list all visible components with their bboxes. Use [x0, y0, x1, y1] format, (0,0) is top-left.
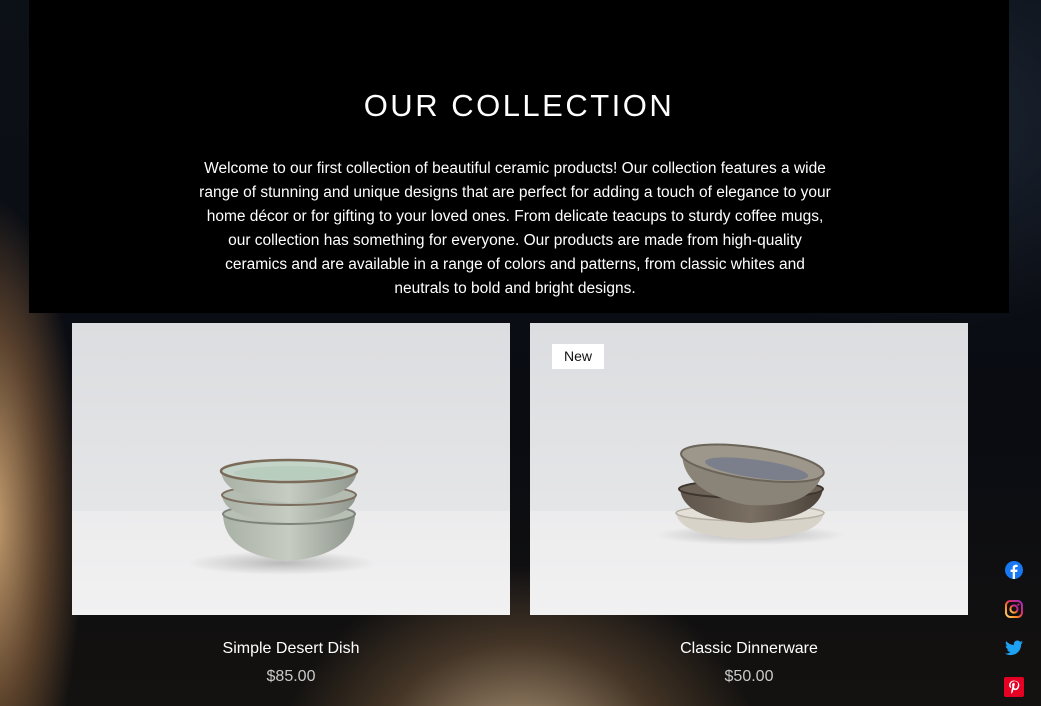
- new-badge: New: [552, 344, 604, 369]
- facebook-icon[interactable]: [1004, 560, 1024, 580]
- collection-header: OUR COLLECTION Welcome to our first coll…: [29, 0, 1009, 313]
- collection-description: Welcome to our first collection of beaut…: [199, 160, 831, 297]
- product-price: $50.00: [724, 668, 774, 685]
- instagram-icon[interactable]: [1004, 599, 1024, 619]
- product-price: $85.00: [266, 668, 316, 685]
- pinterest-icon[interactable]: [1004, 677, 1024, 697]
- product-name[interactable]: Simple Desert Dish: [72, 639, 510, 659]
- product-card[interactable]: Simple Desert Dish $85.00: [72, 323, 510, 687]
- twitter-icon[interactable]: [1004, 638, 1024, 658]
- product-name[interactable]: Classic Dinnerware: [530, 639, 968, 659]
- product-card[interactable]: New Classic Dinnerware $50.00: [530, 323, 968, 687]
- product-image[interactable]: [72, 323, 510, 615]
- page-title: OUR COLLECTION: [363, 88, 675, 123]
- product-image[interactable]: New: [530, 323, 968, 615]
